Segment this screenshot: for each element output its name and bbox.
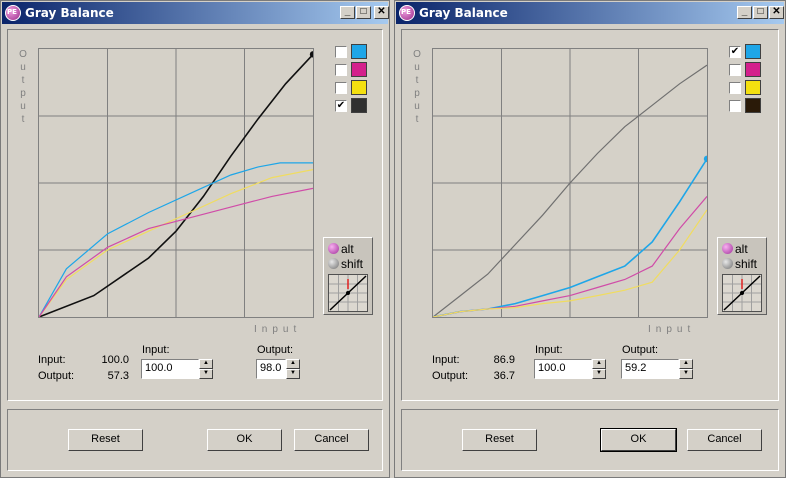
magenta-checkbox[interactable]: [335, 64, 347, 76]
input-field-label: Input:: [535, 344, 563, 356]
ok-button[interactable]: OK: [600, 428, 677, 452]
readout-output-label: Output:: [432, 370, 469, 382]
input-field[interactable]: 100.0: [534, 359, 592, 379]
app-icon: PE: [5, 5, 21, 21]
output-field-label: Output:: [257, 344, 294, 356]
output-spin-down-icon[interactable]: ▼: [679, 369, 693, 379]
cyan-checkbox[interactable]: [335, 46, 347, 58]
readout-output-value: 57.3: [107, 370, 129, 382]
magenta-swatch: [351, 62, 367, 77]
readout-input-label: Input:: [38, 354, 66, 366]
app-icon: PE: [399, 5, 415, 21]
cyan-swatch: [351, 44, 367, 59]
cyan-channel-toggle[interactable]: ✔: [729, 44, 765, 60]
input-spin-up-icon[interactable]: ▲: [592, 359, 606, 369]
readout-output-value: 36.7: [493, 370, 515, 382]
cancel-button[interactable]: Cancel: [687, 429, 762, 451]
magenta-swatch: [745, 62, 761, 77]
input-axis-label: Input: [254, 324, 302, 335]
alt-modifier[interactable]: alt: [722, 242, 748, 256]
input-spin-up-icon[interactable]: ▲: [199, 359, 213, 369]
output-spin-down-icon[interactable]: ▼: [286, 369, 300, 379]
close-button[interactable]: ✕: [769, 6, 784, 19]
cyan-checkbox[interactable]: ✔: [729, 46, 741, 58]
output-spin-up-icon[interactable]: ▲: [286, 359, 300, 369]
magenta-channel-toggle[interactable]: [729, 62, 765, 78]
minimize-button[interactable]: _: [737, 6, 752, 19]
close-button[interactable]: ✕: [374, 6, 389, 19]
output-field-label: Output:: [622, 344, 659, 356]
cyan-swatch: [745, 44, 761, 59]
curve-control-point[interactable]: [703, 155, 707, 163]
input-spin-down-icon[interactable]: ▼: [592, 369, 606, 379]
output-axis-label: Ou tp ut: [413, 49, 421, 125]
magenta-checkbox[interactable]: [729, 64, 741, 76]
shift-indicator-icon: [328, 258, 339, 269]
reset-button[interactable]: Reset: [68, 429, 143, 451]
minimize-button[interactable]: _: [340, 6, 355, 19]
shift-indicator-icon: [722, 258, 733, 269]
shift-modifier[interactable]: shift: [328, 257, 363, 271]
yellow-checkbox[interactable]: [729, 82, 741, 94]
yellow-channel-toggle[interactable]: [729, 80, 765, 96]
black-checkbox[interactable]: ✔: [335, 100, 347, 112]
output-field[interactable]: 59.2: [621, 359, 679, 379]
alt-indicator-icon: [722, 243, 733, 254]
input-spin-down-icon[interactable]: ▼: [199, 369, 213, 379]
curve-graph[interactable]: [432, 48, 708, 318]
readout-output-label: Output:: [38, 370, 75, 382]
readout-input-value: 86.9: [493, 354, 515, 366]
yellow-swatch: [745, 80, 761, 95]
black-swatch: [745, 98, 761, 113]
modifier-panel: alt shift: [323, 237, 373, 315]
alt-modifier[interactable]: alt: [328, 242, 354, 256]
curve-plot[interactable]: [39, 49, 313, 317]
black-checkbox[interactable]: [729, 100, 741, 112]
curve-plot[interactable]: [433, 49, 707, 317]
gray-balance-window-1: PE Gray Balance _ □ ✕ Ou tp ut Input ✔ a…: [0, 0, 390, 478]
yellow-swatch: [351, 80, 367, 95]
ok-button[interactable]: OK: [207, 429, 282, 451]
title-bar[interactable]: PE Gray Balance _ □ ✕: [2, 2, 389, 24]
input-axis-label: Input: [648, 324, 696, 335]
curve-preview-icon: [722, 274, 762, 312]
maximize-button[interactable]: □: [356, 6, 371, 19]
output-axis-label: Ou tp ut: [19, 49, 27, 125]
window-title: Gray Balance: [25, 6, 114, 20]
readout-input-value: 100.0: [101, 354, 129, 366]
modifier-panel: alt shift: [717, 237, 767, 315]
black-channel-toggle[interactable]: ✔: [335, 98, 371, 114]
window-title: Gray Balance: [419, 6, 508, 20]
cancel-button[interactable]: Cancel: [294, 429, 369, 451]
shift-modifier[interactable]: shift: [722, 257, 757, 271]
input-field-label: Input:: [142, 344, 170, 356]
alt-indicator-icon: [328, 243, 339, 254]
input-field[interactable]: 100.0: [141, 359, 199, 379]
curve-graph[interactable]: [38, 48, 314, 318]
black-channel-toggle[interactable]: [729, 98, 765, 114]
cyan-channel-toggle[interactable]: [335, 44, 371, 60]
title-bar[interactable]: PE Gray Balance _ □ ✕: [396, 2, 784, 24]
magenta-channel-toggle[interactable]: [335, 62, 371, 78]
output-field[interactable]: 98.0: [256, 359, 286, 379]
gray-balance-window-2: PE Gray Balance _ □ ✕ Ou tp ut Input ✔ a…: [394, 0, 786, 478]
curve-preview-icon: [328, 274, 368, 312]
black-swatch: [351, 98, 367, 113]
yellow-channel-toggle[interactable]: [335, 80, 371, 96]
maximize-button[interactable]: □: [753, 6, 768, 19]
readout-input-label: Input:: [432, 354, 460, 366]
reset-button[interactable]: Reset: [462, 429, 537, 451]
yellow-checkbox[interactable]: [335, 82, 347, 94]
output-spin-up-icon[interactable]: ▲: [679, 359, 693, 369]
